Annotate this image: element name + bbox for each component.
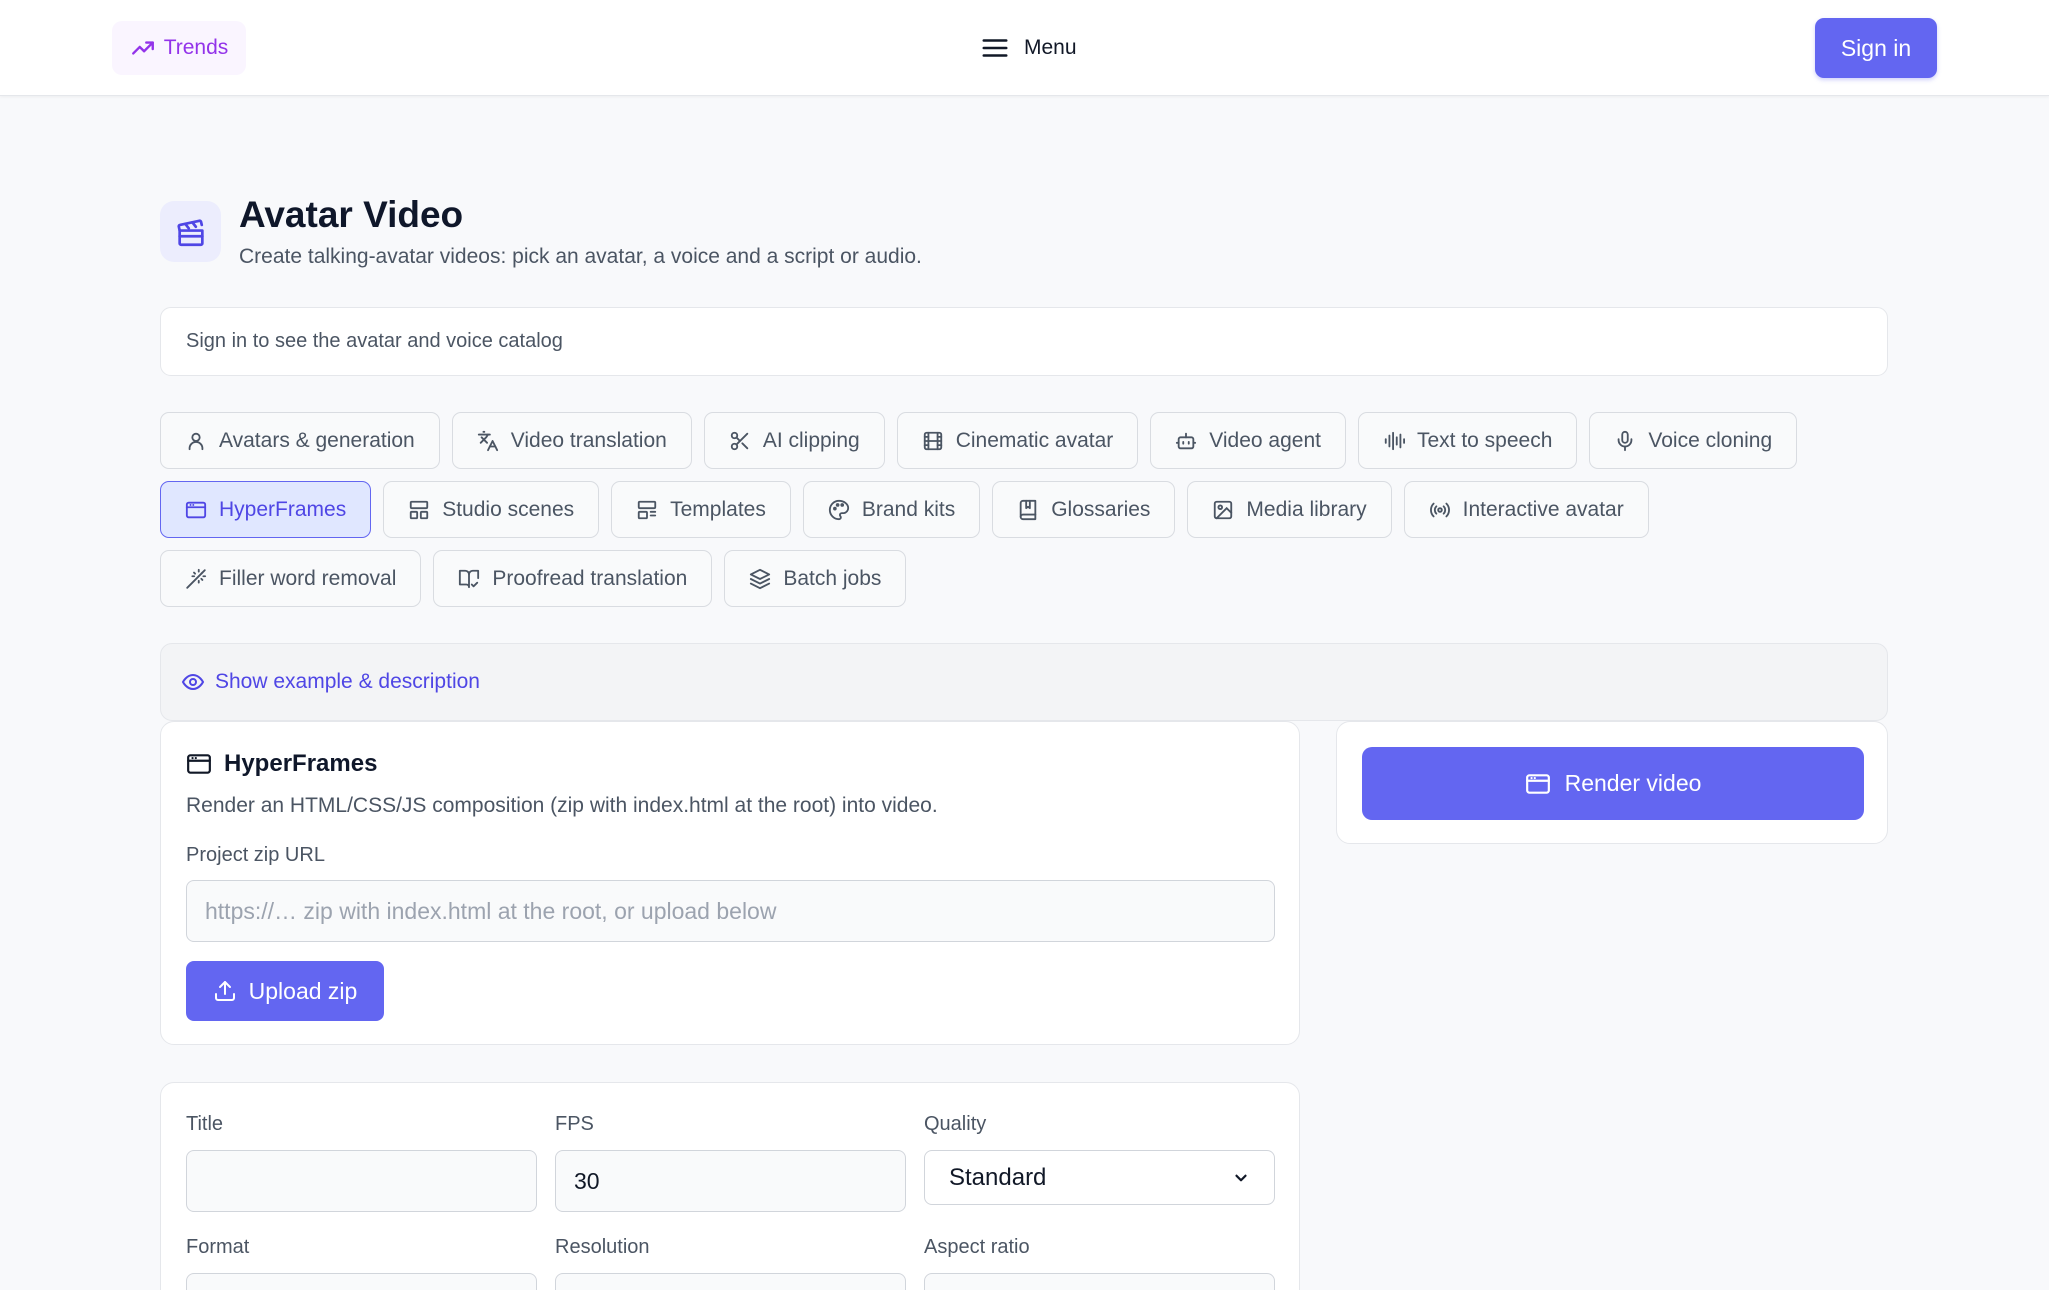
render-card: Render video <box>1336 721 1888 844</box>
tab-glossaries[interactable]: Glossaries <box>992 481 1176 538</box>
trends-button[interactable]: Trends <box>112 21 246 75</box>
resolution-select[interactable] <box>555 1273 906 1290</box>
tab-cinematic-avatar[interactable]: Cinematic avatar <box>896 412 1139 469</box>
upload-icon <box>213 979 237 1003</box>
scissors-icon <box>729 430 751 452</box>
tab-voice-cloning[interactable]: Voice cloning <box>1589 412 1798 469</box>
quality-label: Quality <box>924 1113 987 1135</box>
tab-avatars-generation[interactable]: Avatars & generation <box>160 412 440 469</box>
hyperframes-card: HyperFrames Render an HTML/CSS/JS compos… <box>160 721 1300 1045</box>
book-check-icon <box>458 568 480 590</box>
hyperframes-description: Render an HTML/CSS/JS composition (zip w… <box>186 794 938 817</box>
chip-label: Media library <box>1246 497 1367 521</box>
chip-label: Cinematic avatar <box>955 428 1114 452</box>
upload-zip-button[interactable]: Upload zip <box>186 961 384 1021</box>
tab-studio-scenes[interactable]: Studio scenes <box>383 481 600 538</box>
film-icon <box>922 430 944 452</box>
chip-label: HyperFrames <box>219 497 347 521</box>
hamburger-menu-icon <box>980 33 1010 63</box>
title-input[interactable] <box>186 1150 537 1212</box>
title-label: Title <box>186 1113 224 1135</box>
broadcast-icon <box>1429 499 1451 521</box>
tools-row-3: Filler word removal Proofread translatio… <box>160 550 907 607</box>
chip-label: Voice cloning <box>1648 428 1773 452</box>
fps-label: FPS <box>555 1113 594 1135</box>
menu-button[interactable]: Menu <box>980 30 1077 66</box>
hyperframes-heading: HyperFrames <box>186 750 377 778</box>
hyperframes-title: HyperFrames <box>224 750 378 777</box>
resolution-label: Resolution <box>555 1236 650 1258</box>
tab-text-to-speech[interactable]: Text to speech <box>1357 412 1578 469</box>
project-zip-url-input[interactable] <box>186 880 1275 942</box>
top-navigation-bar: Trends Menu Sign in <box>0 0 2049 96</box>
tools-row-1: Avatars & generation Video translation A… <box>160 412 1798 469</box>
tab-hyperframes[interactable]: HyperFrames <box>160 481 372 538</box>
chevron-down-icon <box>1232 1169 1250 1187</box>
render-settings-card: Title FPS Quality Standard Format Resolu… <box>160 1082 1300 1290</box>
quality-selected-value: Standard <box>949 1163 1047 1191</box>
microphone-icon <box>1614 430 1636 452</box>
audio-wave-icon <box>1383 430 1405 452</box>
catalog-sign-in-notice: Sign in to see the avatar and voice cata… <box>160 307 1888 376</box>
fps-input[interactable] <box>555 1150 906 1212</box>
layers-icon <box>749 568 771 590</box>
tab-interactive-avatar[interactable]: Interactive avatar <box>1403 481 1649 538</box>
template-icon <box>636 499 658 521</box>
format-label: Format <box>186 1236 250 1258</box>
page-title: Avatar Video <box>239 194 464 235</box>
chip-label: Video translation <box>510 428 667 452</box>
aspect-ratio-select[interactable] <box>924 1273 1275 1290</box>
show-example-label: Show example & description <box>215 670 480 693</box>
chip-label: Brand kits <box>861 497 956 521</box>
chip-label: Templates <box>670 497 766 521</box>
page-subtitle: Create talking-avatar videos: pick an av… <box>239 245 922 268</box>
tab-batch-jobs[interactable]: Batch jobs <box>724 550 907 607</box>
tools-row-2: HyperFrames Studio scenes Templates Bran… <box>160 481 1649 538</box>
magic-wand-icon <box>185 568 207 590</box>
tab-proofread-translation[interactable]: Proofread translation <box>433 550 713 607</box>
format-select[interactable] <box>186 1273 537 1290</box>
tab-ai-clipping[interactable]: AI clipping <box>703 412 885 469</box>
chip-label: Studio scenes <box>442 497 575 521</box>
render-video-button[interactable]: Render video <box>1362 747 1864 820</box>
tab-filler-word-removal[interactable]: Filler word removal <box>160 550 422 607</box>
user-icon <box>185 430 207 452</box>
aspect-ratio-label: Aspect ratio <box>924 1236 1030 1258</box>
chip-label: Glossaries <box>1051 497 1151 521</box>
layout-icon <box>408 499 430 521</box>
sign-in-button[interactable]: Sign in <box>1815 18 1937 78</box>
chip-label: Interactive avatar <box>1462 497 1624 521</box>
browser-window-icon <box>186 751 212 777</box>
menu-label: Menu <box>1024 36 1077 59</box>
project-zip-url-label: Project zip URL <box>186 844 325 866</box>
trends-label: Trends <box>163 36 229 59</box>
book-icon <box>1017 499 1039 521</box>
palette-icon <box>828 499 850 521</box>
render-video-label: Render video <box>1564 770 1702 796</box>
image-icon <box>1212 499 1234 521</box>
quality-select[interactable]: Standard <box>924 1150 1275 1205</box>
tab-video-translation[interactable]: Video translation <box>451 412 692 469</box>
chip-label: Avatars & generation <box>219 428 415 452</box>
upload-zip-label: Upload zip <box>248 977 358 1004</box>
chip-label: Text to speech <box>1416 428 1553 452</box>
chip-label: Video agent <box>1209 428 1321 452</box>
tab-media-library[interactable]: Media library <box>1187 481 1392 538</box>
clapperboard-icon <box>160 201 221 262</box>
tab-brand-kits[interactable]: Brand kits <box>802 481 981 538</box>
show-example-toggle[interactable]: Show example & description <box>160 643 1888 721</box>
tab-video-agent[interactable]: Video agent <box>1150 412 1346 469</box>
chip-label: Batch jobs <box>783 566 882 590</box>
eye-icon <box>181 670 205 694</box>
browser-window-icon <box>1525 771 1551 797</box>
chip-label: Proofread translation <box>492 566 688 590</box>
chip-label: AI clipping <box>762 428 860 452</box>
trending-up-icon <box>130 35 156 61</box>
translate-icon <box>477 430 499 452</box>
tab-templates[interactable]: Templates <box>611 481 791 538</box>
chip-label: Filler word removal <box>219 566 397 590</box>
browser-window-icon <box>185 499 207 521</box>
bot-icon <box>1175 430 1197 452</box>
